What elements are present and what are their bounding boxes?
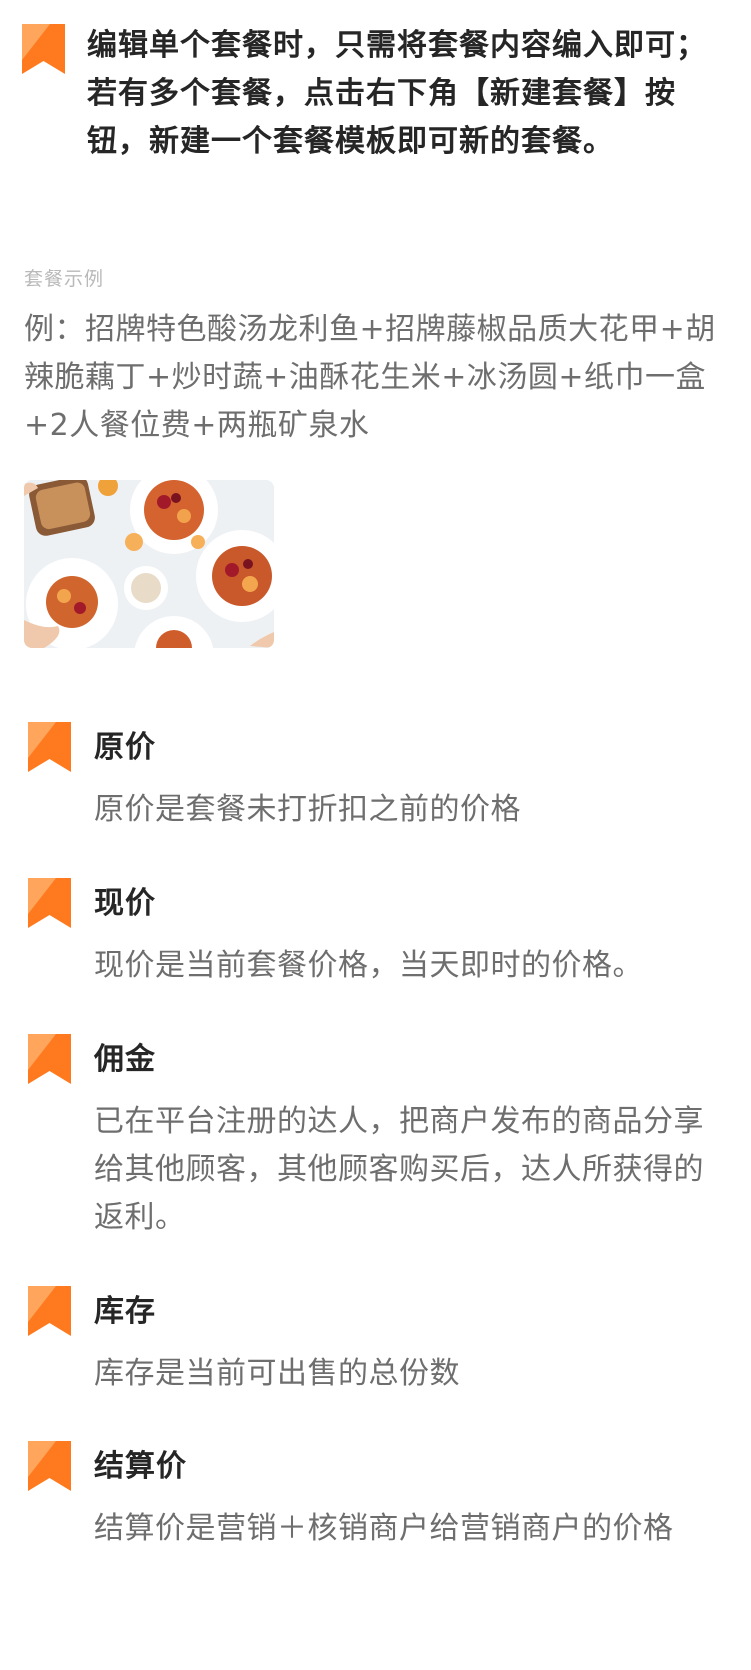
term-title-stock: 库存 (94, 1294, 156, 1329)
bookmark-icon (28, 722, 71, 772)
food-photo (24, 480, 274, 648)
term-desc-original-price: 原价是套餐未打折扣之前的价格 (94, 792, 521, 827)
bookmark-icon (28, 1286, 71, 1336)
term-desc-settlement-price: 结算价是营销＋核销商户给营销商户的价格 (94, 1511, 674, 1546)
term-title-commission: 佣金 (94, 1042, 156, 1077)
bookmark-icon (22, 24, 65, 74)
bookmark-icon (28, 878, 71, 928)
term-title-settlement-price: 结算价 (94, 1449, 187, 1484)
term-desc-stock: 库存是当前可出售的总份数 (94, 1356, 460, 1391)
intro-text: 编辑单个套餐时，只需将套餐内容编入即可；若有多个套餐，点击右下角【新建套餐】按钮… (87, 28, 707, 159)
term-desc-current-price: 现价是当前套餐价格，当天即时的价格。 (94, 948, 643, 983)
example-text: 例：招牌特色酸汤龙利鱼+招牌藤椒品质大花甲+胡辣脆藕丁+炒时蔬+油酥花生米+冰汤… (24, 312, 716, 443)
term-title-current-price: 现价 (94, 886, 156, 921)
bookmark-icon (28, 1441, 71, 1491)
term-desc-commission: 已在平台注册的达人，把商户发布的商品分享给其他顾客，其他顾客购买后，达人所获得的… (94, 1104, 704, 1235)
example-label: 套餐示例 (24, 268, 105, 290)
bookmark-icon (28, 1034, 71, 1084)
term-title-original-price: 原价 (94, 730, 156, 765)
